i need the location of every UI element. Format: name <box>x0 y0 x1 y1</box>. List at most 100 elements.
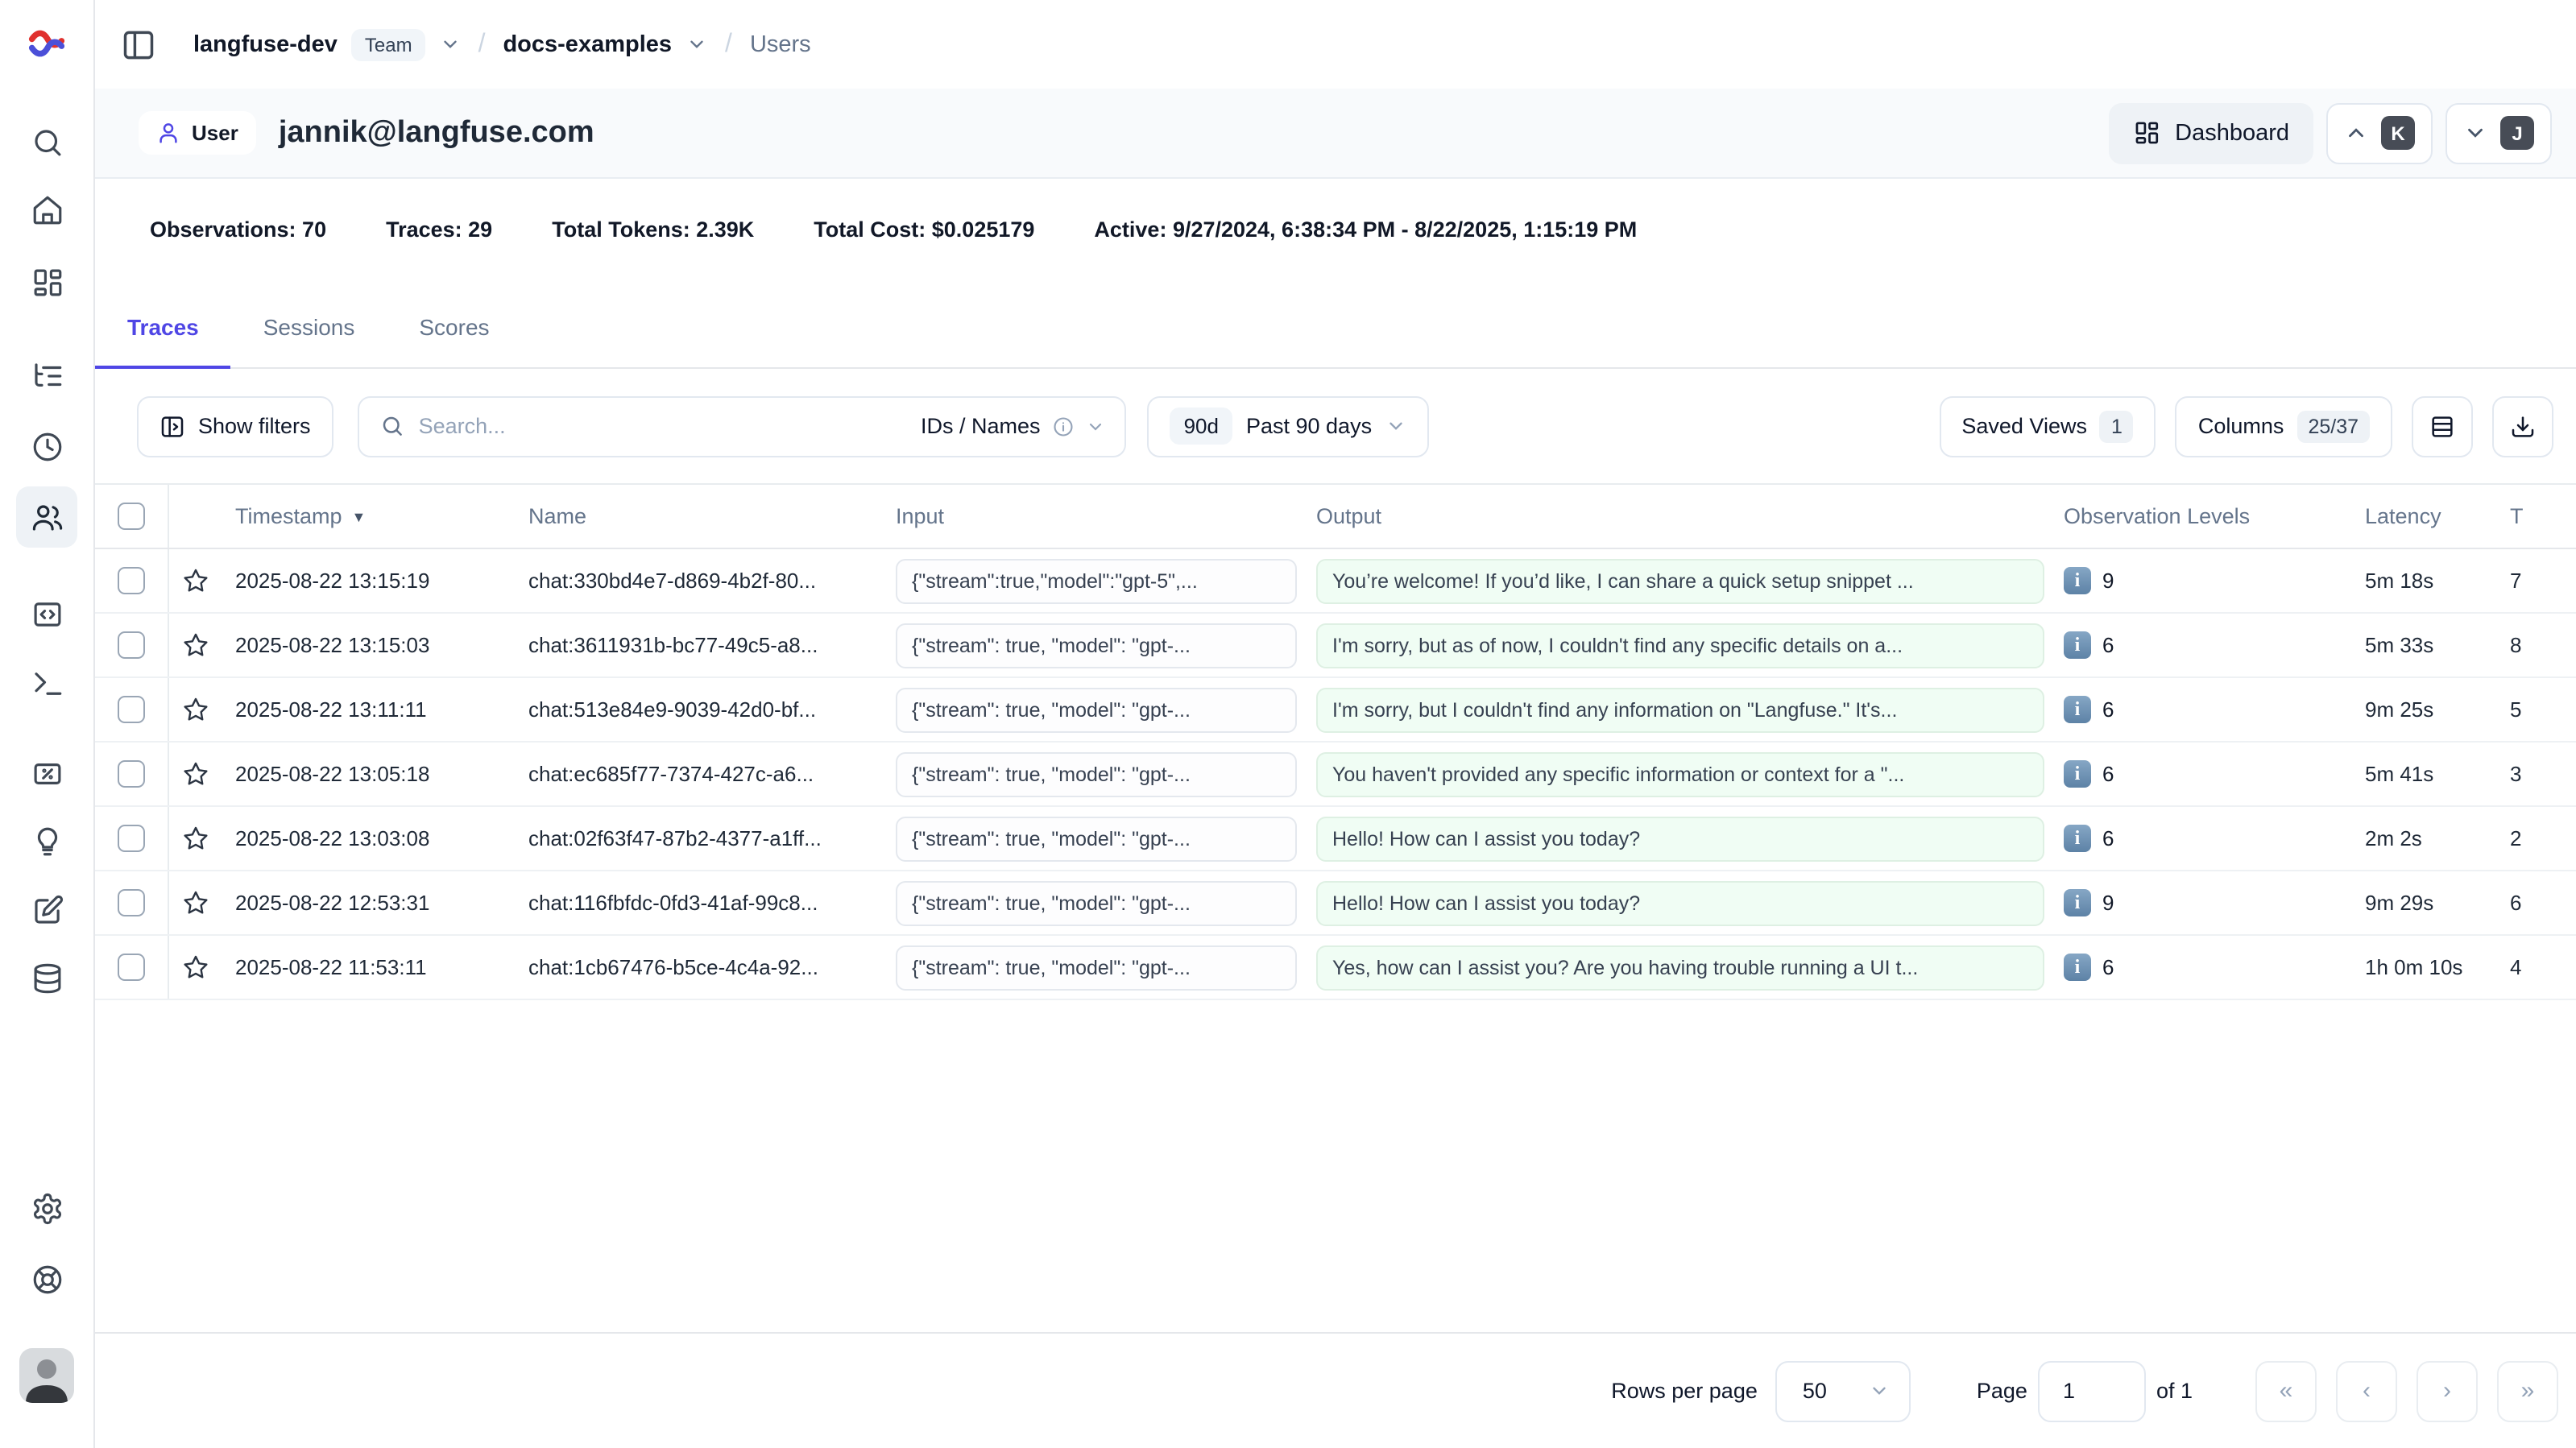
table-row[interactable]: 2025-08-22 11:53:11 chat:1cb67476-b5ce-4… <box>95 936 2576 1000</box>
settings-icon[interactable] <box>16 1177 77 1239</box>
page-number-input[interactable] <box>2039 1360 2147 1421</box>
observation-levels-cell: i6 <box>2054 954 2352 981</box>
output-preview[interactable]: Hello! How can I assist you today? <box>1316 880 2044 925</box>
annotation-icon[interactable] <box>16 879 77 941</box>
bookmark-star-icon[interactable] <box>169 567 221 594</box>
prev-page-button[interactable]: ‹ <box>2336 1360 2397 1421</box>
last-page-button[interactable]: » <box>2497 1360 2558 1421</box>
chevron-down-icon <box>2463 121 2487 145</box>
evaluation-icon[interactable] <box>16 743 77 804</box>
filter-panel-icon <box>159 413 185 439</box>
tab-scores[interactable]: Scores <box>387 314 521 367</box>
output-preview[interactable]: I'm sorry, but I couldn't find any infor… <box>1316 687 2044 732</box>
timestamp-cell: 2025-08-22 13:15:19 <box>221 569 511 593</box>
page-title: jannik@langfuse.com <box>279 115 594 151</box>
select-all-checkbox[interactable] <box>95 485 169 548</box>
export-button[interactable] <box>2492 395 2553 457</box>
search-scope-dropdown[interactable]: IDs / Names <box>921 414 1105 438</box>
saved-views-button[interactable]: Saved Views 1 <box>1939 395 2156 457</box>
col-input[interactable]: Input <box>878 504 1308 528</box>
tab-traces[interactable]: Traces <box>95 314 231 367</box>
output-preview[interactable]: I'm sorry, but as of now, I couldn't fin… <box>1316 623 2044 668</box>
user-avatar[interactable] <box>19 1348 74 1403</box>
col-truncated[interactable]: T <box>2507 504 2576 528</box>
table-row[interactable]: 2025-08-22 12:53:31 chat:116fbfdc-0fd3-4… <box>95 871 2576 936</box>
support-icon[interactable] <box>16 1248 77 1309</box>
pagination-bar: Rows per page 50 Page of 1 « ‹ › » <box>95 1332 2576 1448</box>
bookmark-star-icon[interactable] <box>169 954 221 981</box>
input-preview[interactable]: {"stream": true, "model": "gpt-... <box>896 687 1297 732</box>
row-checkbox[interactable] <box>95 678 169 741</box>
row-checkbox[interactable] <box>95 807 169 870</box>
bookmark-star-icon[interactable] <box>169 760 221 788</box>
sidebar-toggle-icon[interactable] <box>121 27 156 62</box>
output-preview[interactable]: Hello! How can I assist you today? <box>1316 816 2044 861</box>
input-preview[interactable]: {"stream": true, "model": "gpt-... <box>896 880 1297 925</box>
bookmark-star-icon[interactable] <box>169 825 221 852</box>
dashboard-button[interactable]: Dashboard <box>2109 102 2313 163</box>
first-page-button[interactable]: « <box>2255 1360 2317 1421</box>
row-height-button[interactable] <box>2412 395 2473 457</box>
input-preview[interactable]: {"stream":true,"model":"gpt-5",... <box>896 558 1297 603</box>
row-checkbox[interactable] <box>95 743 169 805</box>
input-preview[interactable]: {"stream": true, "model": "gpt-... <box>896 751 1297 796</box>
row-checkbox[interactable] <box>95 871 169 934</box>
row-checkbox[interactable] <box>95 614 169 676</box>
output-preview[interactable]: You haven't provided any specific inform… <box>1316 751 2044 796</box>
columns-button[interactable]: Columns 25/37 <box>2176 395 2392 457</box>
col-output[interactable]: Output <box>1308 504 2054 528</box>
date-range-button[interactable]: 90d Past 90 days <box>1147 395 1429 457</box>
timestamp-cell: 2025-08-22 12:53:31 <box>221 891 511 915</box>
next-page-button[interactable]: › <box>2417 1360 2478 1421</box>
chevron-down-icon[interactable] <box>686 34 707 55</box>
tracing-icon[interactable] <box>16 345 77 406</box>
insights-icon[interactable] <box>16 810 77 871</box>
chevron-down-icon[interactable] <box>440 34 461 55</box>
table-row[interactable]: 2025-08-22 13:15:03 chat:3611931b-bc77-4… <box>95 614 2576 678</box>
page-size-select[interactable]: 50 <box>1775 1360 1911 1421</box>
row-checkbox[interactable] <box>95 936 169 999</box>
col-observation-levels[interactable]: Observation Levels <box>2054 504 2352 528</box>
bookmark-star-icon[interactable] <box>169 631 221 659</box>
col-latency[interactable]: Latency <box>2352 504 2507 528</box>
table-row[interactable]: 2025-08-22 13:15:19 chat:330bd4e7-d869-4… <box>95 549 2576 614</box>
project-name[interactable]: docs-examples <box>503 31 672 57</box>
table-row[interactable]: 2025-08-22 13:03:08 chat:02f63f47-87b2-4… <box>95 807 2576 871</box>
chevron-down-icon <box>1385 416 1406 436</box>
prev-item-button[interactable]: K <box>2326 102 2433 163</box>
col-name[interactable]: Name <box>511 504 878 528</box>
bookmark-star-icon[interactable] <box>169 696 221 723</box>
bookmark-star-icon[interactable] <box>169 889 221 916</box>
datasets-icon[interactable] <box>16 947 77 1008</box>
next-item-button[interactable]: J <box>2446 102 2552 163</box>
output-preview[interactable]: Yes, how can I assist you? Are you havin… <box>1316 945 2044 990</box>
org-name[interactable]: langfuse-dev <box>193 31 338 57</box>
level-info-icon: i <box>2064 825 2091 852</box>
tab-sessions[interactable]: Sessions <box>231 314 387 367</box>
col-timestamp[interactable]: Timestamp ▼ <box>221 504 511 528</box>
table-row[interactable]: 2025-08-22 13:05:18 chat:ec685f77-7374-4… <box>95 743 2576 807</box>
input-preview[interactable]: {"stream": true, "model": "gpt-... <box>896 816 1297 861</box>
input-preview[interactable]: {"stream": true, "model": "gpt-... <box>896 945 1297 990</box>
search-input[interactable] <box>419 414 906 438</box>
sessions-icon[interactable] <box>16 416 77 477</box>
sidebar-item-users[interactable] <box>16 486 77 548</box>
output-preview[interactable]: You’re welcome! If you’d like, I can sha… <box>1316 558 2044 603</box>
playground-icon[interactable] <box>16 652 77 714</box>
input-preview[interactable]: {"stream": true, "model": "gpt-... <box>896 623 1297 668</box>
trace-name-cell: chat:3611931b-bc77-49c5-a8... <box>511 633 878 657</box>
search-icon[interactable] <box>16 111 77 172</box>
show-filters-button[interactable]: Show filters <box>137 395 333 457</box>
row-checkbox[interactable] <box>95 549 169 612</box>
entity-type-pill: User <box>139 111 256 155</box>
dashboards-icon[interactable] <box>16 251 77 312</box>
truncated-cell: 6 <box>2507 891 2576 915</box>
stat-traces: Traces: 29 <box>386 217 492 241</box>
latency-cell: 9m 25s <box>2352 697 2507 722</box>
table-row[interactable]: 2025-08-22 13:11:11 chat:513e84e9-9039-4… <box>95 678 2576 743</box>
timestamp-cell: 2025-08-22 13:15:03 <box>221 633 511 657</box>
latency-cell: 5m 18s <box>2352 569 2507 593</box>
home-icon[interactable] <box>16 179 77 240</box>
observation-levels-cell: i6 <box>2054 760 2352 788</box>
prompts-icon[interactable] <box>16 583 77 644</box>
